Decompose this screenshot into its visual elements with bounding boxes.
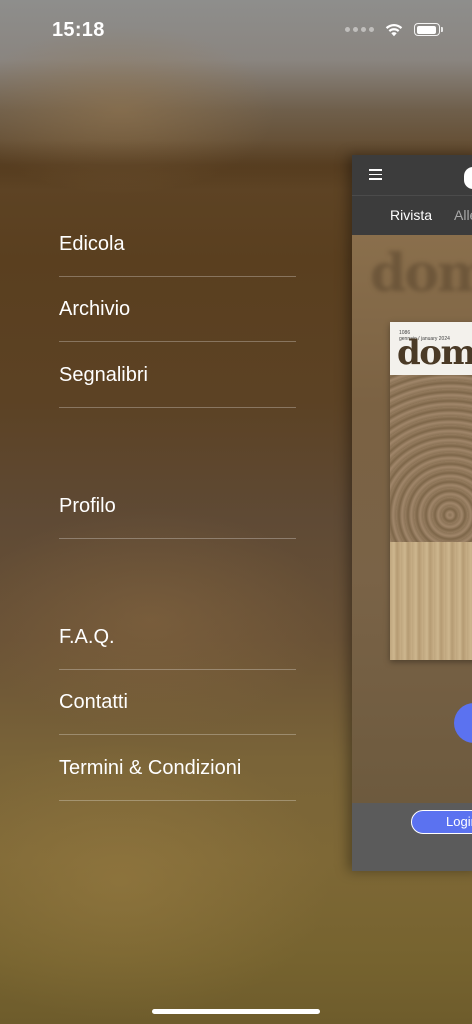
cover-title: domus — [397, 333, 472, 373]
app-content: domus 1086 gennaio / january 2024 domus — [352, 235, 472, 803]
tab-rivista[interactable]: Rivista — [390, 207, 432, 223]
floating-action-button[interactable] — [454, 703, 472, 743]
login-button[interactable]: Login — [411, 810, 472, 834]
tab-allegati[interactable]: Alle — [454, 207, 472, 223]
hamburger-menu-icon[interactable] — [369, 169, 382, 183]
battery-icon — [414, 23, 443, 36]
menu-item-contatti[interactable]: Contatti — [59, 669, 296, 735]
menu-item-faq[interactable]: F.A.Q. — [59, 604, 296, 670]
menu-item-termini[interactable]: Termini & Condizioni — [59, 735, 296, 801]
blurred-masthead: domus — [370, 243, 472, 304]
signal-icon — [345, 27, 374, 32]
app-header: Rivista Alle — [352, 155, 472, 235]
app-footer: Login — [352, 803, 472, 871]
status-icons — [345, 22, 443, 37]
cover-header: 1086 gennaio / january 2024 domus — [390, 322, 472, 375]
magazine-cover[interactable]: 1086 gennaio / january 2024 domus — [390, 322, 472, 660]
menu-item-archivio[interactable]: Archivio — [59, 276, 296, 342]
app-preview-card[interactable]: Rivista Alle domus 1086 gennaio / januar… — [352, 155, 472, 871]
menu-item-profilo[interactable]: Profilo — [59, 473, 296, 539]
cover-image-wood-grain — [390, 542, 472, 660]
wifi-icon — [385, 23, 403, 37]
tab-bar: Rivista Alle — [352, 195, 472, 236]
menu-item-segnalibri[interactable]: Segnalibri — [59, 342, 296, 408]
menu-item-edicola[interactable]: Edicola — [59, 211, 296, 277]
cover-image-wood-rings — [390, 375, 472, 542]
logo-icon — [464, 167, 472, 189]
status-time: 15:18 — [52, 19, 105, 41]
home-indicator[interactable] — [152, 1009, 320, 1014]
